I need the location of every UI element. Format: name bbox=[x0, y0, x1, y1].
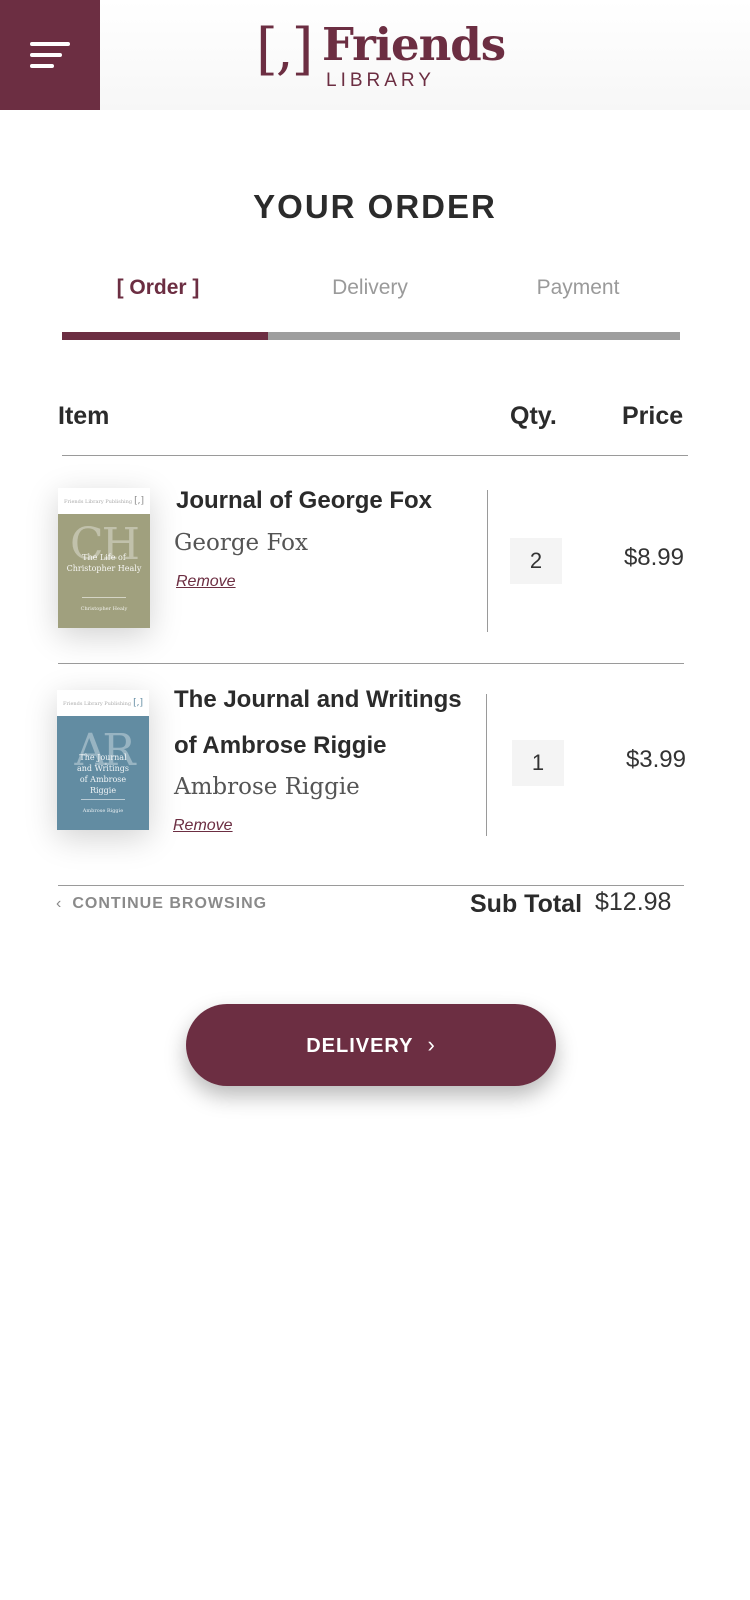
continue-browsing-link[interactable]: ‹ CONTINUE BROWSING bbox=[56, 895, 267, 913]
subtotal-value: $12.98 bbox=[595, 888, 672, 916]
menu-button[interactable] bbox=[0, 0, 100, 110]
delivery-button[interactable]: DELIVERY › bbox=[186, 1004, 556, 1086]
item-title-line2[interactable]: of Ambrose Riggie bbox=[174, 723, 386, 769]
cover-header: Friends Library Publishing [,] bbox=[58, 488, 150, 514]
menu-icon-line bbox=[30, 53, 62, 57]
continue-browsing-label: CONTINUE BROWSING bbox=[72, 895, 268, 912]
cover-author: Christopher Healy bbox=[80, 606, 128, 612]
cover-header: Friends Library Publishing [,] bbox=[57, 690, 149, 716]
quantity-field[interactable]: 2 bbox=[510, 538, 562, 584]
checkout-progress-bar bbox=[62, 332, 680, 340]
step-payment[interactable]: Payment bbox=[478, 276, 678, 300]
cover-rule bbox=[81, 799, 125, 800]
column-header-qty: Qty. bbox=[510, 402, 557, 430]
cover-title: The Journal and Writings of Ambrose Rigg… bbox=[77, 753, 129, 795]
remove-link[interactable]: Remove bbox=[176, 573, 236, 591]
cover-title: The Life of Christopher Healy bbox=[66, 553, 142, 573]
logo-wordmark: Friends bbox=[322, 18, 506, 71]
chevron-right-icon: › bbox=[427, 1032, 436, 1057]
header-divider bbox=[62, 455, 688, 456]
step-delivery[interactable]: Delivery bbox=[270, 276, 470, 300]
delivery-button-label: DELIVERY bbox=[306, 1035, 414, 1057]
cover-rule bbox=[82, 597, 126, 598]
row-divider bbox=[58, 885, 684, 886]
menu-icon-line bbox=[30, 64, 54, 68]
item-price: $3.99 bbox=[625, 746, 686, 773]
cover-badge: [,] bbox=[134, 496, 144, 506]
page-title: YOUR ORDER bbox=[253, 188, 497, 225]
book-cover[interactable]: Friends Library Publishing [,] CH The Li… bbox=[58, 488, 150, 628]
column-header-item: Item bbox=[58, 402, 110, 430]
item-title-line1[interactable]: The Journal and Writings bbox=[174, 677, 462, 723]
cover-author: Ambrose Riggie bbox=[82, 808, 124, 814]
friends-library-logo[interactable]: [,] Friends LIBRARY bbox=[256, 18, 506, 92]
row-divider bbox=[58, 663, 684, 664]
column-header-price: Price bbox=[622, 402, 684, 430]
remove-link[interactable]: Remove bbox=[173, 817, 233, 835]
logo-subtitle: LIBRARY bbox=[326, 70, 435, 91]
item-title[interactable]: Journal of George Fox bbox=[176, 478, 432, 524]
cover-badge: [,] bbox=[133, 698, 143, 708]
book-cover[interactable]: Friends Library Publishing [,] AR The Jo… bbox=[57, 690, 149, 830]
cover-art: CH The Life of Christopher Healy Christo… bbox=[58, 514, 150, 628]
cover-art: AR The Journal and Writings of Ambrose R… bbox=[57, 716, 149, 830]
checkout-progress-fill bbox=[62, 332, 268, 340]
row-divider-vertical bbox=[486, 694, 487, 836]
top-bar: [,] Friends LIBRARY bbox=[0, 0, 750, 110]
row-divider-vertical bbox=[487, 490, 488, 632]
item-author: George Fox bbox=[174, 530, 308, 556]
subtotal-label: Sub Total bbox=[470, 890, 583, 918]
item-author: Ambrose Riggie bbox=[174, 774, 360, 800]
cover-series: Friends Library Publishing bbox=[64, 499, 133, 505]
item-price: $8.99 bbox=[623, 544, 684, 571]
chevron-left-icon: ‹ bbox=[56, 895, 63, 912]
logo-bracket-mark: [,] bbox=[256, 17, 313, 82]
menu-icon-line bbox=[30, 42, 70, 46]
step-order[interactable]: [ Order ] bbox=[58, 276, 258, 300]
cover-series: Friends Library Publishing bbox=[63, 701, 132, 707]
quantity-field[interactable]: 1 bbox=[512, 740, 564, 786]
